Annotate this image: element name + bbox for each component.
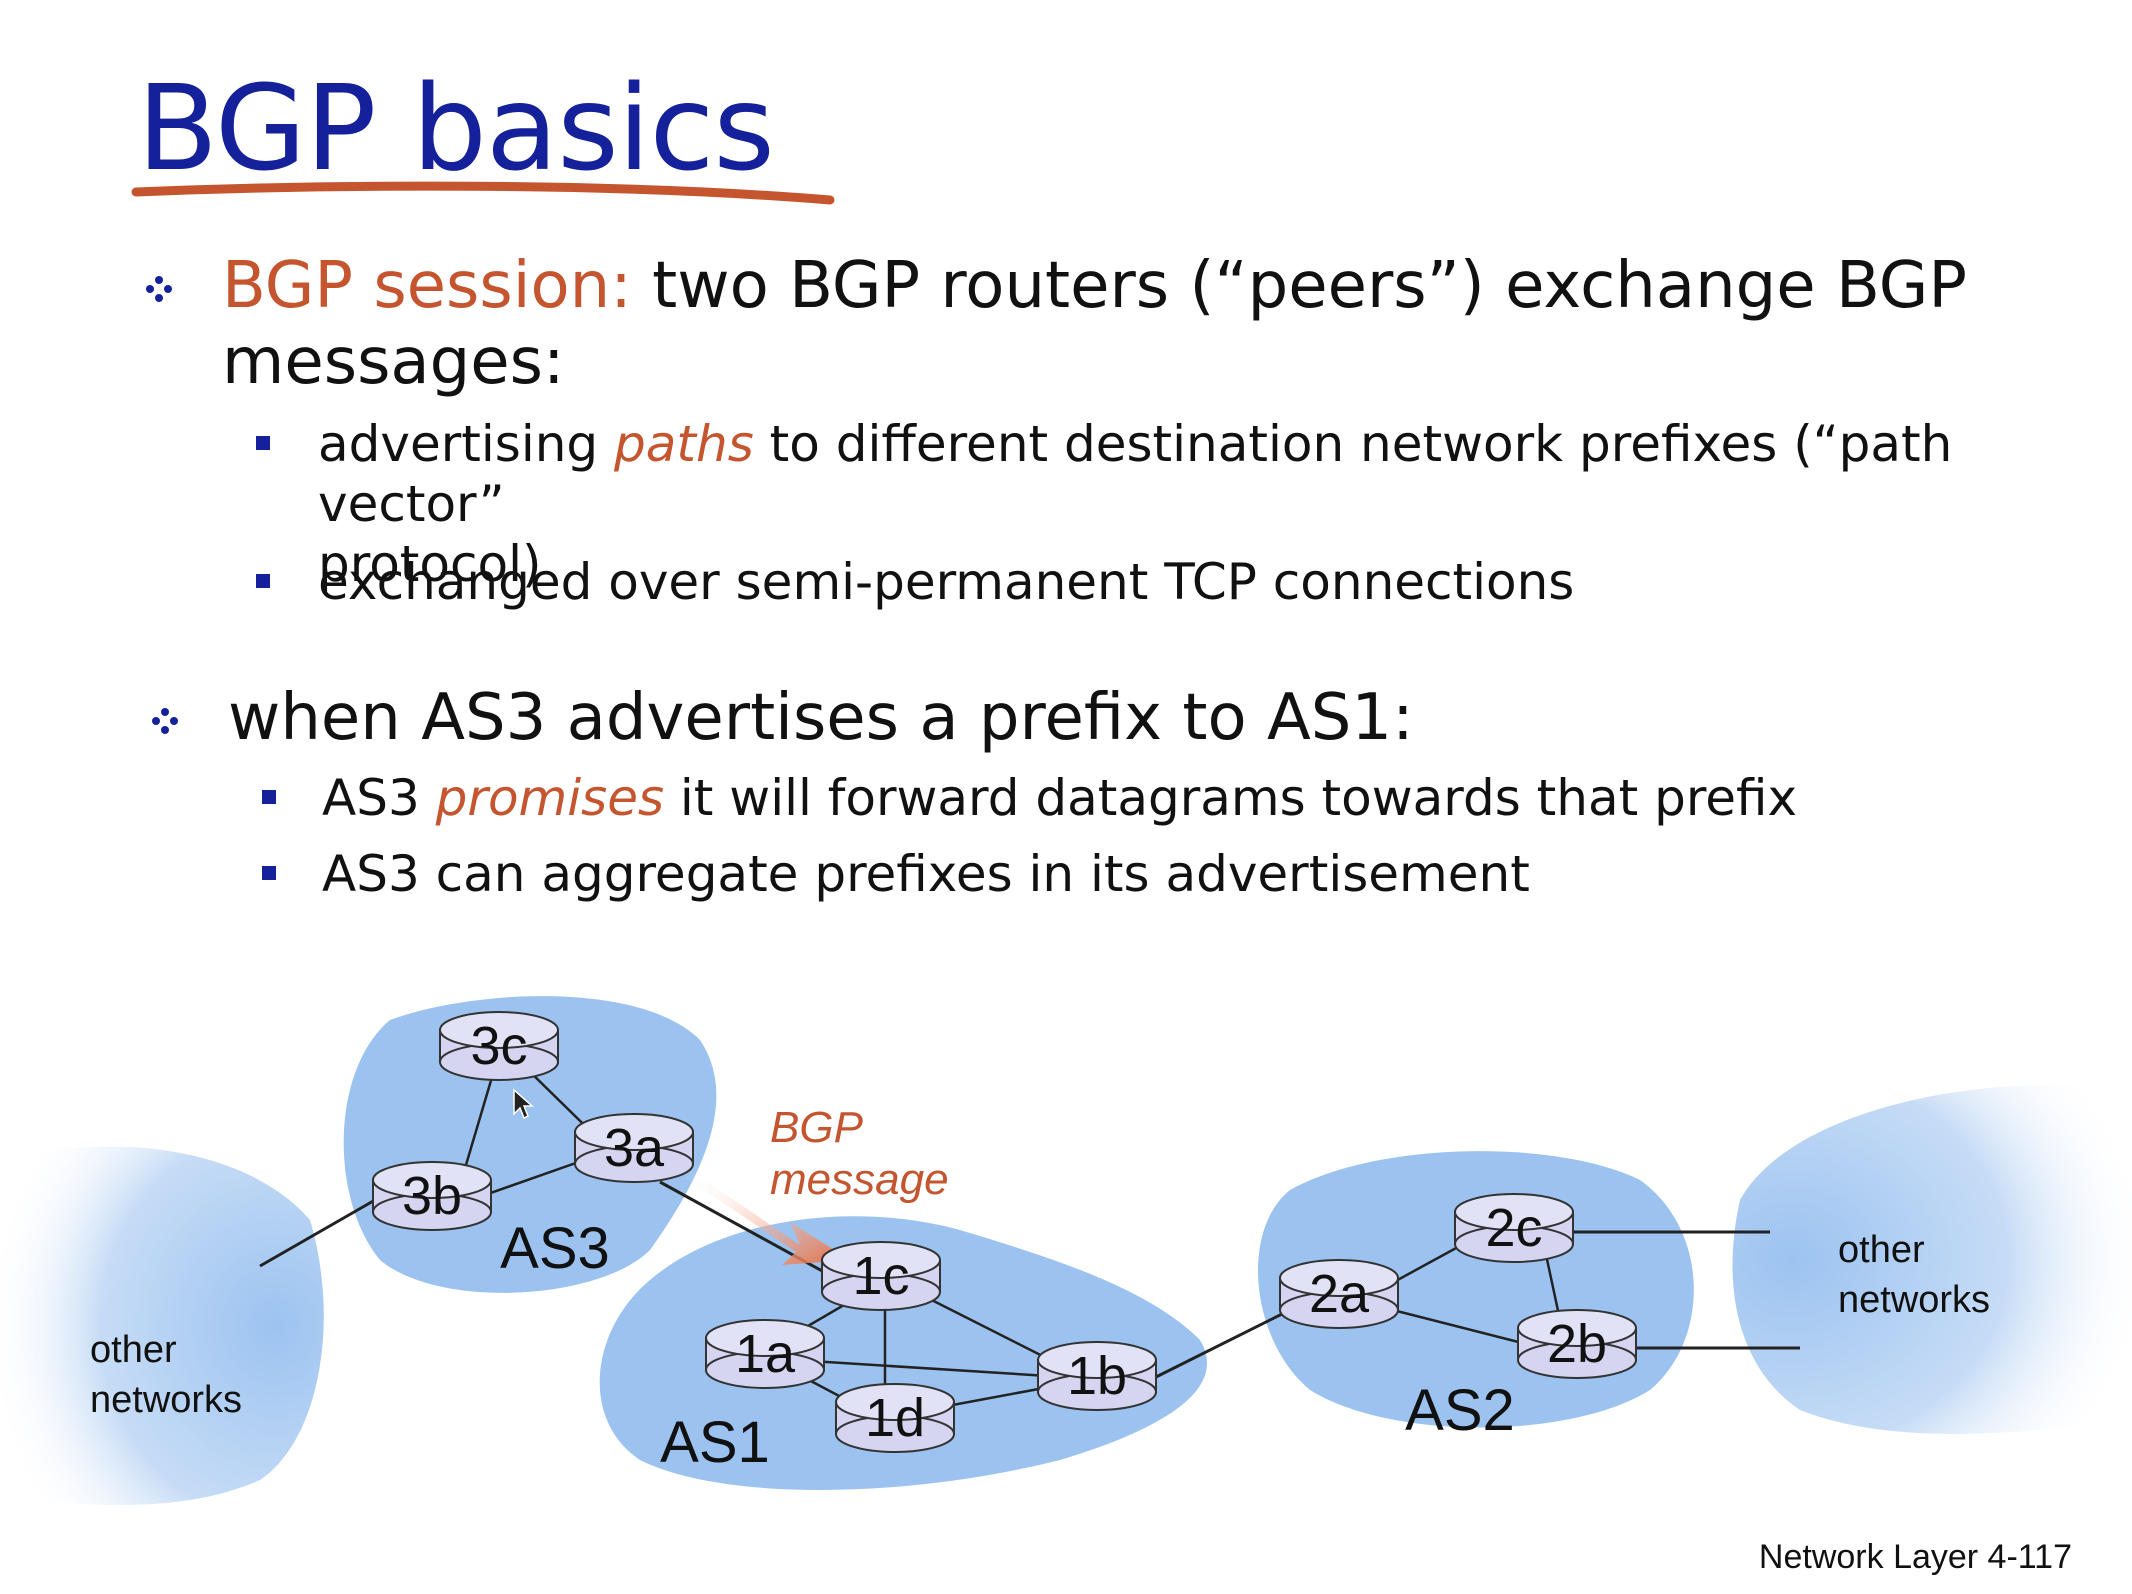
router-1d: 1d xyxy=(835,1383,955,1453)
router-2a-label: 2a xyxy=(1309,1264,1370,1324)
sub-text: advertising xyxy=(318,415,615,473)
mouse-cursor-icon xyxy=(513,1088,534,1120)
other-networks-left-1: other xyxy=(90,1329,177,1371)
title-underline xyxy=(131,181,835,205)
other-networks-right-2: networks xyxy=(1838,1279,1990,1321)
router-1b: 1b xyxy=(1037,1341,1157,1411)
router-2b-label: 2b xyxy=(1547,1314,1607,1374)
router-1b-label: 1b xyxy=(1067,1346,1127,1406)
sub-bullet-exchanged: exchanged over semi-permanent TCP connec… xyxy=(318,552,2118,612)
router-3c: 3c xyxy=(439,1011,559,1081)
bgp-message-label-1: BGP xyxy=(770,1103,864,1152)
bgp-session-text: two BGP routers (“peers”) exchange BGP xyxy=(652,249,1967,323)
sub-bullet-aggregate: AS3 can aggregate prefixes in its advert… xyxy=(322,844,2122,904)
sub-bullet-icon xyxy=(262,790,276,804)
other-networks-right-1: other xyxy=(1838,1229,1925,1271)
paths-emphasis: paths xyxy=(614,415,754,473)
router-3b-label: 3b xyxy=(402,1166,462,1226)
bullet-bgp-session: BGP session: two BGP routers (“peers”) e… xyxy=(222,248,2102,400)
promises-emphasis: promises xyxy=(435,769,665,827)
router-1a-label: 1a xyxy=(735,1324,796,1384)
bgp-message-label-2: message xyxy=(770,1155,949,1204)
sub-bullet-icon xyxy=(256,436,270,450)
router-1d-label: 1d xyxy=(865,1388,925,1448)
sub-text: AS3 xyxy=(322,769,436,827)
router-2b: 2b xyxy=(1517,1309,1637,1379)
router-3a-label: 3a xyxy=(604,1118,665,1178)
as1-label: AS1 xyxy=(660,1410,770,1475)
router-3b: 3b xyxy=(372,1161,492,1231)
router-2c: 2c xyxy=(1454,1193,1574,1263)
router-3a: 3a xyxy=(574,1113,694,1183)
bullet-as3-advertises: when AS3 advertises a prefix to AS1: xyxy=(228,680,2108,756)
router-1a: 1a xyxy=(705,1319,825,1389)
sub-text: exchanged over semi-permanent TCP connec… xyxy=(318,553,1575,611)
other-networks-left-cloud xyxy=(0,1146,324,1505)
sub-bullet-icon xyxy=(256,574,270,588)
router-2a: 2a xyxy=(1279,1259,1399,1329)
bgp-session-text-line2: messages: xyxy=(222,325,565,399)
bullet-diamond-icon xyxy=(152,708,178,734)
router-3c-label: 3c xyxy=(470,1016,527,1076)
as2-label: AS2 xyxy=(1405,1378,1515,1443)
other-networks-left-2: networks xyxy=(90,1379,242,1421)
as3-label: AS3 xyxy=(500,1216,610,1281)
sub-bullet-icon xyxy=(262,866,276,880)
sub-text: it will forward datagrams towards that p… xyxy=(664,769,1798,827)
router-1c: 1c xyxy=(821,1241,941,1311)
bgp-session-term: BGP session: xyxy=(222,249,632,323)
sub-text: AS3 can aggregate prefixes in its advert… xyxy=(322,845,1530,903)
bullet-diamond-icon xyxy=(146,276,172,302)
router-1c-label: 1c xyxy=(852,1246,909,1306)
as3-advertises-text: when AS3 advertises a prefix to AS1: xyxy=(228,681,1414,755)
sub-bullet-promises: AS3 promises it will forward datagrams t… xyxy=(322,768,2122,828)
bgp-network-diagram: 3c 3a 3b 1c 1a 1b 1d 2a 2c 2b AS3 AS1 AS… xyxy=(0,996,2132,1505)
router-2c-label: 2c xyxy=(1485,1198,1542,1258)
other-networks-right-cloud xyxy=(1732,1084,2132,1434)
slide-footer: Network Layer 4-117 xyxy=(1758,1538,2072,1576)
slide: BGP basics BGP session: two BGP routers … xyxy=(0,0,2132,1594)
